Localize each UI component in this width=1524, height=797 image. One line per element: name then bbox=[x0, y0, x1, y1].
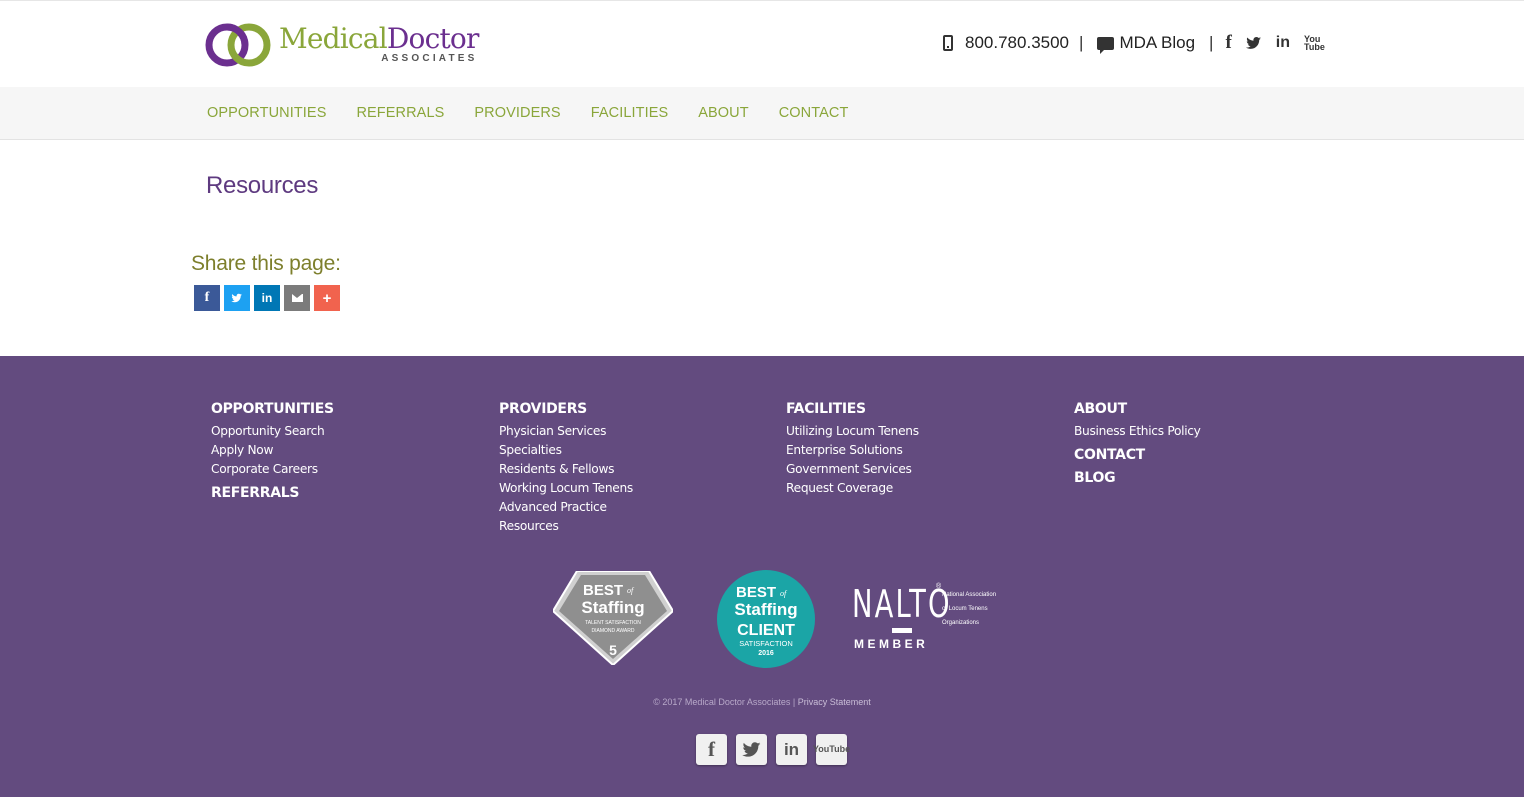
footer-link[interactable]: Specialties bbox=[499, 441, 633, 460]
topbar-separator-2: | bbox=[1209, 33, 1214, 52]
footer-link[interactable]: Apply Now bbox=[211, 441, 334, 460]
copyright: © 2017 Medical Doctor Associates | Priva… bbox=[0, 697, 1524, 707]
footer-col-opportunities: OPPORTUNITIES Opportunity Search Apply N… bbox=[211, 401, 334, 502]
footer-head-about[interactable]: ABOUT bbox=[1074, 401, 1201, 418]
page-title: Resources bbox=[206, 172, 319, 199]
share-email-button[interactable] bbox=[284, 285, 310, 311]
share-linkedin-button[interactable]: in bbox=[254, 285, 280, 311]
footer-link[interactable]: Government Services bbox=[786, 460, 919, 479]
footer-link[interactable]: Enterprise Solutions bbox=[786, 441, 919, 460]
header-topbar: 800.780.3500 | MDA Blog | f in You Tube bbox=[943, 32, 1325, 54]
nav-item-opportunities[interactable]: OPPORTUNITIES bbox=[207, 105, 326, 121]
facebook-icon[interactable]: f bbox=[1225, 32, 1231, 54]
svg-text:Staffing: Staffing bbox=[734, 600, 797, 619]
best-of-staffing-diamond-badge: BEST of Staffing TALENT SATISFACTION DIA… bbox=[553, 571, 673, 665]
footer-col-facilities: FACILITIES Utilizing Locum Tenens Enterp… bbox=[786, 401, 919, 498]
footer-link[interactable]: Business Ethics Policy bbox=[1074, 422, 1201, 441]
footer-head-opportunities[interactable]: OPPORTUNITIES bbox=[211, 401, 334, 418]
site-header: MedicalDoctor ASSOCIATES 800.780.3500 | … bbox=[0, 0, 1524, 87]
footer-link[interactable]: Utilizing Locum Tenens bbox=[786, 422, 919, 441]
main-nav: OPPORTUNITIES REFERRALS PROVIDERS FACILI… bbox=[0, 87, 1524, 140]
footer-head-contact[interactable]: CONTACT bbox=[1074, 447, 1201, 464]
blog-chat-icon bbox=[1097, 36, 1115, 54]
footer-facebook-icon[interactable]: f bbox=[696, 734, 727, 765]
svg-text:BEST: BEST bbox=[736, 584, 776, 601]
svg-text:Staffing: Staffing bbox=[581, 598, 644, 617]
share-title: Share this page: bbox=[191, 252, 341, 275]
logo-word-doctor: Doctor bbox=[386, 22, 479, 55]
nav-item-about[interactable]: ABOUT bbox=[698, 105, 748, 121]
nalto-bar bbox=[892, 628, 912, 633]
envelope-icon bbox=[291, 294, 303, 302]
footer-link[interactable]: Residents & Fellows bbox=[499, 460, 633, 479]
footer-link[interactable]: Working Locum Tenens bbox=[499, 479, 633, 498]
nalto-description: National Association of Locum Tenens Org… bbox=[942, 592, 997, 626]
footer-col-about: ABOUT Business Ethics Policy CONTACT BLO… bbox=[1074, 401, 1201, 487]
footer-head-blog[interactable]: BLOG bbox=[1074, 470, 1201, 487]
nalto-registered: ® bbox=[936, 583, 942, 590]
phone-icon bbox=[943, 35, 954, 51]
svg-text:CLIENT: CLIENT bbox=[737, 622, 795, 639]
mda-logo[interactable]: MedicalDoctor ASSOCIATES bbox=[205, 20, 479, 72]
footer-link[interactable]: Request Coverage bbox=[786, 479, 919, 498]
footer-youtube-icon[interactable]: You Tube bbox=[813, 734, 850, 765]
nalto-member: MEMBER bbox=[854, 637, 929, 651]
topbar-separator: | bbox=[1079, 33, 1084, 52]
linkedin-icon[interactable]: in bbox=[1276, 34, 1290, 52]
nav-item-contact[interactable]: CONTACT bbox=[779, 105, 849, 121]
copyright-text: © 2017 Medical Doctor Associates bbox=[653, 697, 791, 707]
share-buttons: f in + bbox=[194, 285, 344, 311]
logo-rings-icon bbox=[205, 23, 271, 67]
copyright-separator: | bbox=[790, 697, 798, 707]
footer-head-referrals[interactable]: REFERRALS bbox=[211, 485, 334, 502]
footer-col-providers: PROVIDERS Physician Services Specialties… bbox=[499, 401, 633, 536]
footer-head-providers[interactable]: PROVIDERS bbox=[499, 401, 633, 418]
logo-word-medical: Medical bbox=[279, 22, 388, 55]
footer-linkedin-icon[interactable]: in bbox=[776, 734, 807, 765]
privacy-statement-link[interactable]: Privacy Statement bbox=[798, 697, 871, 707]
share-facebook-button[interactable]: f bbox=[194, 285, 220, 311]
footer-link[interactable]: Resources bbox=[499, 517, 633, 536]
twitter-icon bbox=[231, 293, 242, 303]
share-more-button[interactable]: + bbox=[314, 285, 340, 311]
footer-link[interactable]: Physician Services bbox=[499, 422, 633, 441]
footer-social-buttons: f in You Tube bbox=[696, 734, 856, 765]
youtube-icon[interactable]: You Tube bbox=[1304, 35, 1325, 52]
blog-link[interactable]: MDA Blog bbox=[1119, 33, 1195, 53]
nalto-word: NALTO bbox=[852, 582, 952, 626]
footer-link[interactable]: Corporate Careers bbox=[211, 460, 334, 479]
phone-number[interactable]: 800.780.3500 bbox=[965, 33, 1069, 53]
svg-text:TALENT SATISFACTION: TALENT SATISFACTION bbox=[585, 620, 641, 626]
nalto-member-badge: NALTO ® National Association of Locum Te… bbox=[852, 582, 996, 651]
nav-item-facilities[interactable]: FACILITIES bbox=[591, 105, 669, 121]
svg-text:BEST: BEST bbox=[583, 582, 623, 599]
best-of-staffing-client-badge: BEST of Staffing CLIENT SATISFACTION 201… bbox=[717, 570, 815, 668]
footer-twitter-icon[interactable] bbox=[736, 734, 767, 765]
twitter-icon[interactable] bbox=[1245, 36, 1262, 50]
logo-text: MedicalDoctor ASSOCIATES bbox=[279, 22, 479, 65]
svg-text:SATISFACTION: SATISFACTION bbox=[739, 639, 793, 648]
footer-link[interactable]: Advanced Practice bbox=[499, 498, 633, 517]
footer-link[interactable]: Opportunity Search bbox=[211, 422, 334, 441]
share-twitter-button[interactable] bbox=[224, 285, 250, 311]
svg-text:5: 5 bbox=[609, 642, 617, 658]
svg-text:DIAMOND AWARD: DIAMOND AWARD bbox=[592, 628, 635, 634]
nav-item-referrals[interactable]: REFERRALS bbox=[356, 105, 444, 121]
svg-text:2016: 2016 bbox=[758, 650, 774, 657]
footer-head-facilities[interactable]: FACILITIES bbox=[786, 401, 919, 418]
nav-item-providers[interactable]: PROVIDERS bbox=[474, 105, 560, 121]
